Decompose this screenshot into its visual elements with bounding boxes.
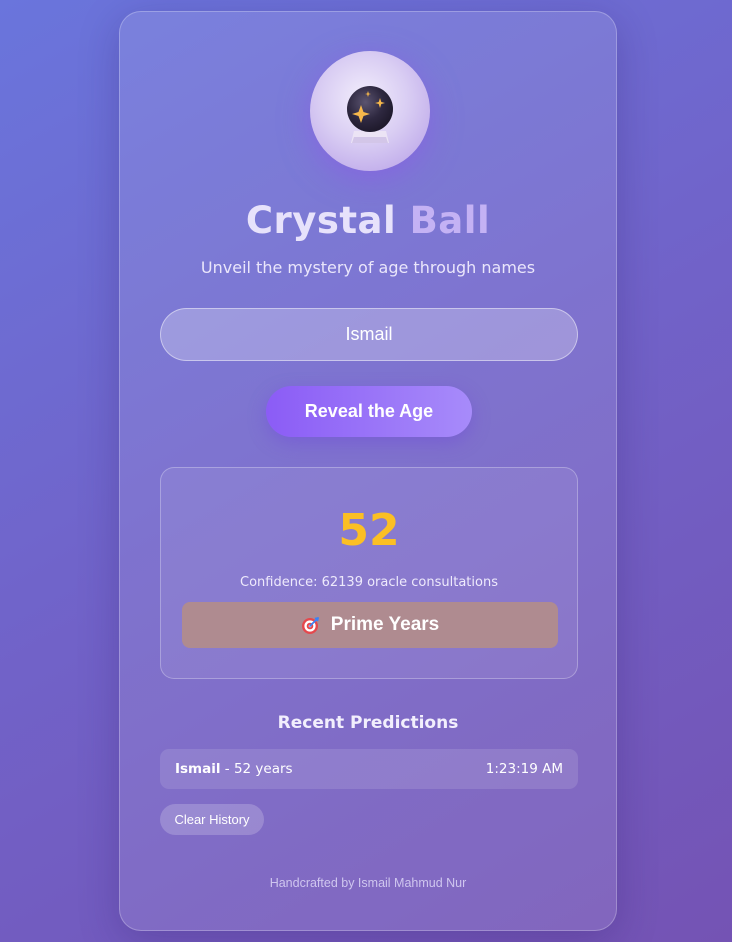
crystal-ball-badge [310,51,430,171]
footer-credit: Handcrafted by Ismail Mahmud Nur [269,876,467,890]
history-item-detail: - 52 years [220,761,293,777]
recent-predictions-title: Recent Predictions [277,713,459,733]
app-title-part1: Crystal [245,199,397,242]
age-category-label: Prime Years [330,614,440,635]
result-panel: 52 Confidence: 62139 oracle consultation… [160,467,578,679]
history-item-name: Ismail [175,761,221,777]
crystal-ball-icon [347,86,393,143]
main-card: Crystal Ball Unveil the mystery of age t… [119,11,617,931]
target-icon [301,617,319,634]
predicted-age: 52 [338,505,400,556]
history-item: Ismail - 52 years 1:23:19 AM [160,749,578,789]
confidence-text: Confidence: 62139 oracle consultations [240,575,498,590]
app-title-part2: Ball [409,199,491,242]
history-item-time: 1:23:19 AM [485,761,563,777]
name-input[interactable] [160,308,578,361]
app-title: Crystal Ball [120,197,616,245]
age-category-badge: Prime Years [182,602,558,648]
reveal-age-button[interactable]: Reveal the Age [266,386,472,437]
history-item-entry: Ismail - 52 years [175,761,293,777]
clear-history-button[interactable]: Clear History [160,804,264,835]
app-subtitle: Unveil the mystery of age through names [200,258,536,277]
